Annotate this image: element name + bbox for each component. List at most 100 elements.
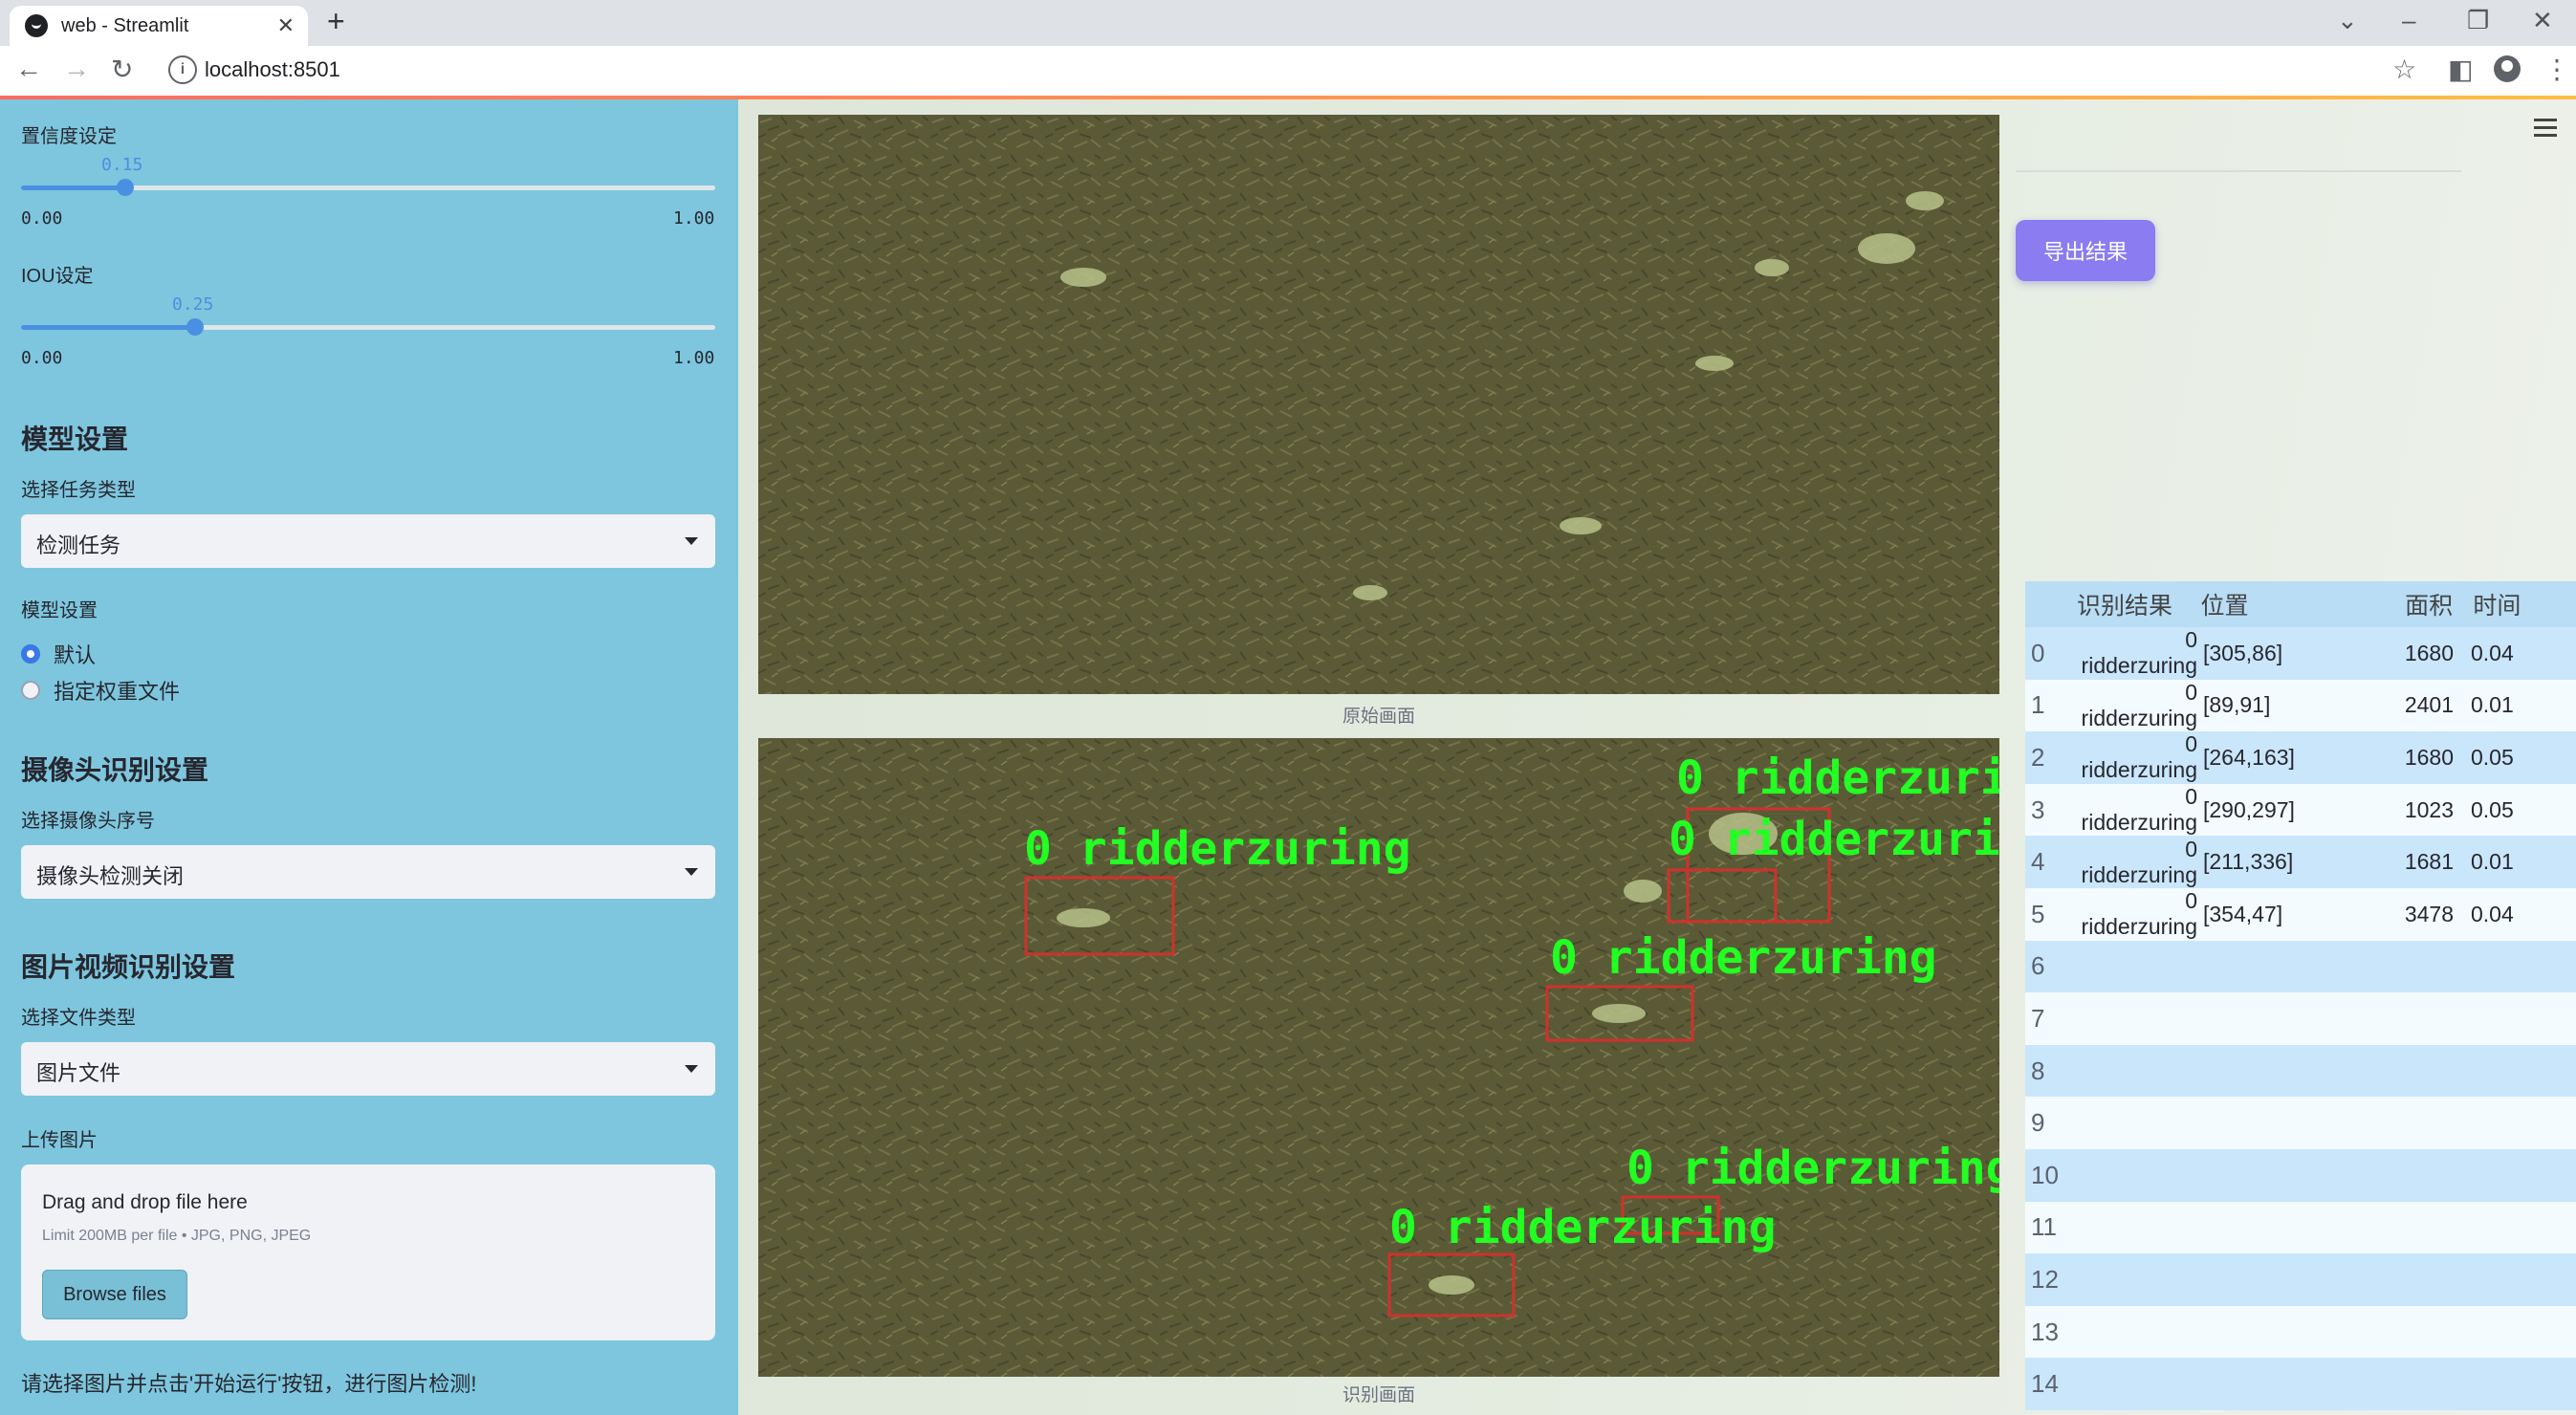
confidence-min: 0.00 [21, 208, 63, 229]
confidence-slider[interactable] [21, 179, 715, 196]
export-results-button[interactable]: 导出结果 [2016, 220, 2155, 281]
tab-title: web - Streamlit [61, 14, 189, 36]
table-row[interactable]: 1 0 ridderzuring [89,91] 2401 0.01 [2025, 679, 2576, 732]
iou-max: 1.00 [673, 348, 715, 368]
side-panel-icon[interactable]: ◧ [2448, 54, 2473, 85]
radio-custom-weights-label: 指定权重文件 [54, 680, 181, 704]
radio-selected-icon [21, 644, 40, 664]
back-icon[interactable]: ← [15, 54, 42, 84]
cell-area: 1680 [2404, 744, 2454, 770]
browser-tab[interactable]: web - Streamlit ✕ [10, 6, 308, 46]
table-row[interactable]: 4 0 ridderzuring [211,336] 1681 0.01 [2025, 836, 2576, 888]
table-row[interactable]: 14 [2025, 1358, 2576, 1410]
tab-search-icon[interactable]: ⌄ [2337, 6, 2358, 35]
detection-label: 0 ridderzuring [1550, 931, 1937, 985]
tab-close-icon[interactable]: ✕ [277, 13, 295, 38]
browser-menu-icon[interactable]: ⋮ [2543, 54, 2570, 85]
iou-slider-fill [21, 325, 195, 330]
hamburger-menu-icon[interactable] [2534, 119, 2557, 142]
table-row[interactable]: 7 [2025, 992, 2576, 1045]
cell-time: 0.01 [2471, 849, 2514, 875]
cell-result: 0 ridderzuring [2081, 627, 2197, 679]
cell-result: 0 ridderzuring [2081, 836, 2197, 887]
file-type-value: 图片文件 [36, 1061, 121, 1085]
camera-settings-heading: 摄像头识别设置 [21, 755, 209, 785]
profile-avatar-icon[interactable] [2494, 55, 2521, 82]
row-index: 8 [2031, 1056, 2045, 1085]
radio-default[interactable]: 默认 [21, 639, 96, 669]
file-type-label: 选择文件类型 [21, 1008, 136, 1029]
cell-result: 0 ridderzuring [2081, 888, 2197, 940]
radio-custom-weights[interactable]: 指定权重文件 [21, 675, 180, 706]
radio-default-label: 默认 [54, 643, 97, 667]
col-header-position[interactable]: 位置 [2201, 587, 2406, 621]
detection-label: 0 ridderzuring [1626, 1142, 1999, 1195]
address-bar[interactable]: localhost:8501 [205, 57, 340, 82]
divider [2016, 170, 2461, 172]
table-row[interactable]: 6 [2025, 940, 2576, 993]
original-image-canvas [758, 115, 1999, 694]
dropzone-limit: Limit 200MB per file • JPG, PNG, JPEG [42, 1228, 312, 1244]
task-type-select[interactable]: 检测任务 [21, 514, 715, 568]
table-body: 00 ridderzuring [305,86] 1680 0.04 1 0 ridder… [2025, 627, 2576, 1410]
row-index: 0 [2031, 638, 2045, 667]
row-index: 10 [2031, 1160, 2059, 1189]
dropzone-text: Drag and drop file here [42, 1191, 248, 1213]
confidence-slider-fill [21, 185, 125, 190]
table-row[interactable]: 9 [2025, 1097, 2576, 1149]
media-settings-heading: 图片视频识别设置 [21, 952, 236, 982]
confidence-value: 0.15 [101, 155, 143, 175]
model-settings-heading: 模型设置 [21, 424, 129, 454]
browse-files-button[interactable]: Browse files [42, 1270, 187, 1319]
window-close-icon[interactable]: ✕ [2532, 6, 2553, 35]
row-index: 2 [2031, 742, 2045, 772]
restore-icon[interactable]: ❐ [2467, 6, 2489, 35]
streamlit-favicon-icon [25, 14, 48, 37]
cell-result: 0 ridderzuring [2081, 679, 2197, 730]
col-header-area[interactable]: 面积 [2405, 587, 2473, 621]
confidence-max: 1.00 [673, 208, 715, 229]
camera-index-select[interactable]: 摄像头检测关闭 [21, 845, 715, 899]
table-header: 识别结果 位置 面积 时间 [2025, 581, 2576, 627]
minimize-icon[interactable]: – [2402, 6, 2415, 35]
table-row[interactable]: 12 [2025, 1253, 2576, 1306]
detection-label: 0 ridderzuring [1389, 1201, 1777, 1254]
file-dropzone[interactable]: Drag and drop file here Limit 200MB per … [21, 1165, 715, 1340]
cell-position: [211,336] [2203, 849, 2294, 875]
table-row[interactable]: 11 [2025, 1201, 2576, 1254]
cell-result: 0 ridderzuring [2081, 731, 2197, 783]
task-type-label: 选择任务类型 [21, 480, 136, 501]
new-tab-icon[interactable]: + [327, 4, 345, 39]
reload-icon[interactable]: ↻ [111, 54, 133, 85]
row-index: 11 [2031, 1212, 2057, 1242]
table-row[interactable]: 3 0 ridderzuring [290,297] 1023 0.05 [2025, 783, 2576, 837]
iou-slider-thumb[interactable] [186, 318, 204, 336]
row-index: 7 [2031, 1003, 2045, 1033]
cell-position: [264,163] [2203, 744, 2295, 770]
forward-icon[interactable]: → [63, 54, 90, 84]
table-row[interactable]: 2 0 ridderzuring [264,163] 1680 0.05 [2025, 731, 2576, 784]
table-row[interactable]: 10 [2025, 1148, 2576, 1202]
table-row[interactable]: 0 0 ridderzuring [305,86] 1680 0.04 [2025, 627, 2576, 680]
iou-slider[interactable] [21, 318, 715, 336]
col-header-result[interactable]: 识别结果 [2025, 587, 2201, 621]
col-header-time[interactable]: 时间 [2473, 587, 2576, 621]
table-row[interactable]: 8 [2025, 1044, 2576, 1098]
result-image-canvas: 0 ridderzuring 0 ridderzuring 0 ridderzu… [758, 738, 1999, 1377]
file-type-select[interactable]: 图片文件 [21, 1042, 715, 1096]
row-index: 12 [2031, 1264, 2059, 1294]
row-index: 9 [2031, 1108, 2045, 1138]
table-row[interactable]: 13 [2025, 1305, 2576, 1359]
row-index: 4 [2031, 847, 2045, 877]
row-index: 6 [2031, 951, 2045, 981]
confidence-slider-thumb[interactable] [117, 179, 134, 196]
iou-min: 0.00 [21, 348, 63, 368]
table-row[interactable]: 5 0 ridderzuring [354,47] 3478 0.04 [2025, 887, 2576, 941]
cell-time: 0.04 [2471, 901, 2514, 926]
camera-index-label: 选择摄像头序号 [21, 811, 155, 832]
results-table[interactable]: 识别结果 位置 面积 时间 00 ridderzuring [305,86] 168… [2025, 581, 2576, 1410]
site-info-icon[interactable]: i [168, 55, 197, 84]
cell-area: 1681 [2404, 849, 2454, 875]
bookmark-star-icon[interactable]: ☆ [2392, 54, 2416, 85]
detection-label: 0 ridderzuring [1676, 751, 1999, 805]
